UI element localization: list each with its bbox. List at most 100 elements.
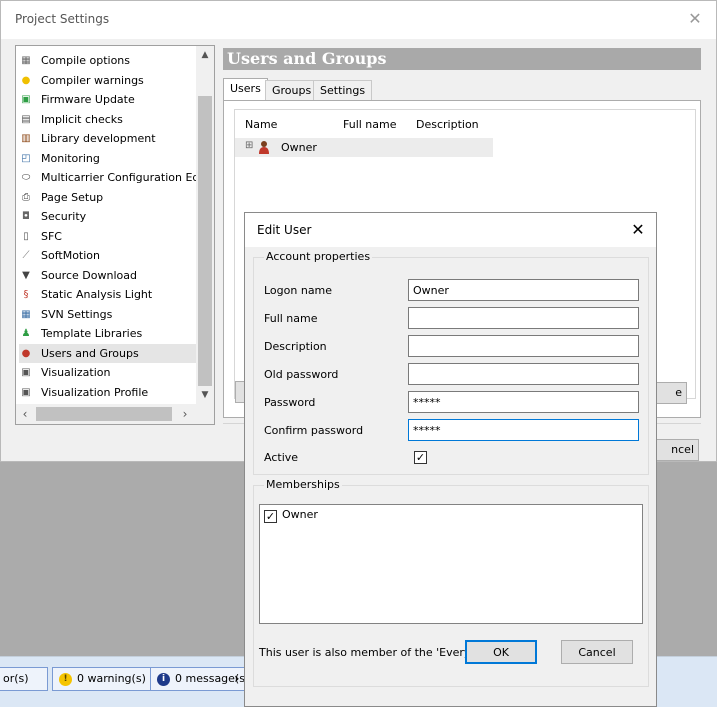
scroll-thumb[interactable]: [198, 96, 212, 386]
section-header: Users and Groups: [223, 48, 701, 70]
source-download-icon: ▼: [22, 269, 30, 281]
column-header-description[interactable]: Description: [416, 118, 479, 131]
sidebar-item-label: SoftMotion: [41, 249, 100, 262]
sidebar-item-visualization[interactable]: ▣ Visualization: [19, 363, 197, 382]
scroll-up-icon[interactable]: ▲: [196, 46, 214, 64]
sidebar-item-compiler-warnings[interactable]: ● Compiler warnings: [19, 71, 197, 90]
sidebar-item-label: SFC: [41, 229, 62, 243]
active-label: Active: [264, 451, 299, 464]
memberships-list: ✓ Owner: [259, 504, 643, 624]
dialog-title: Edit User: [257, 223, 312, 237]
users-right-button[interactable]: e: [653, 382, 687, 404]
column-header-name[interactable]: Name: [245, 118, 277, 131]
sidebar-item-label: Compiler warnings: [41, 73, 144, 87]
svn-icon: ▦: [21, 308, 31, 320]
sidebar-item-library-development[interactable]: ▥ Library development: [19, 129, 197, 148]
lock-icon: ◘: [22, 211, 30, 222]
sidebar-item-softmotion[interactable]: ⟋ SoftMotion: [19, 246, 197, 265]
scroll-left-icon[interactable]: ‹: [16, 404, 34, 424]
close-icon[interactable]: ✕: [629, 220, 647, 240]
scroll-thumb-horizontal[interactable]: [36, 407, 172, 421]
warnings-status[interactable]: ! 0 warning(s): [52, 667, 153, 691]
scroll-down-icon[interactable]: ▼: [196, 386, 214, 404]
user-name: Owner: [281, 141, 317, 154]
sidebar-item-label: Implicit checks: [41, 112, 123, 126]
errors-count: or(s): [3, 672, 29, 685]
vertical-scrollbar[interactable]: ▲ ▼: [196, 46, 214, 404]
sidebar-item-label: Library development: [41, 132, 156, 145]
sidebar-item-static-analysis-light[interactable]: § Static Analysis Light: [19, 285, 197, 304]
description-input[interactable]: [408, 335, 639, 357]
sidebar-item-compile-options[interactable]: ▦ Compile options: [19, 51, 197, 70]
printer-icon: ⎙: [22, 191, 30, 203]
logon-name-label: Logon name: [264, 284, 333, 297]
warning-icon: !: [59, 672, 72, 686]
sidebar-item-monitoring[interactable]: ◰ Monitoring: [19, 149, 197, 168]
category-tree: ▦ Compile options ● Compiler warnings ▣ Firmw…: [15, 45, 215, 425]
user-icon: [259, 141, 269, 154]
old-password-input[interactable]: [408, 363, 639, 385]
sidebar-item-security[interactable]: ◘ Security: [19, 207, 197, 226]
full-name-input[interactable]: [408, 307, 639, 329]
confirm-password-label: Confirm password: [264, 424, 364, 437]
edit-user-dialog: Edit User ✕ Account properties Logon nam…: [244, 212, 657, 707]
cancel-button[interactable]: Cancel: [561, 640, 633, 664]
sidebar-item-visualization-profile[interactable]: ▣ Visualization Profile: [19, 383, 197, 402]
sidebar-item-sfc[interactable]: ▯ SFC: [19, 227, 197, 246]
expand-icon[interactable]: ⊞: [245, 140, 253, 151]
sidebar-item-label: Page Setup: [41, 190, 104, 204]
sidebar-item-label: Users and Groups: [41, 346, 139, 360]
chevron-right-icon[interactable]: ›: [228, 667, 246, 691]
account-properties-group: Account properties Logon name Full name …: [253, 250, 649, 475]
monitoring-icon: ◰: [21, 152, 31, 164]
info-icon: i: [157, 672, 170, 686]
ok-button[interactable]: OK: [465, 640, 537, 664]
sidebar-item-label: Multicarrier Configuration Editc: [41, 171, 213, 184]
sidebar-item-multicarrier-configuration-editc[interactable]: ⬭ Multicarrier Configuration Editc: [19, 168, 213, 187]
firmware-icon: ▣: [21, 94, 31, 105]
sidebar-item-label: Static Analysis Light: [41, 288, 153, 301]
visualization-profile-icon: ▣: [21, 386, 31, 398]
active-checkbox[interactable]: ✓: [414, 451, 427, 464]
sidebar-item-label: Visualization: [41, 366, 111, 379]
logon-name-input[interactable]: [408, 279, 639, 301]
close-icon[interactable]: ✕: [685, 9, 705, 29]
column-header-full-name[interactable]: Full name: [343, 118, 397, 131]
tab-users[interactable]: Users: [223, 78, 268, 100]
softmotion-icon: ⟋: [22, 250, 30, 261]
sidebar-item-firmware-update[interactable]: ▣ Firmware Update: [19, 90, 197, 109]
old-password-label: Old password: [264, 368, 339, 381]
sidebar-item-label: Source Download: [41, 268, 137, 282]
sidebar-item-label: SVN Settings: [41, 307, 113, 321]
multicarrier-icon: ⬭: [21, 172, 31, 183]
tab-settings[interactable]: Settings: [313, 80, 373, 100]
table-row[interactable]: ⊞ Owner: [235, 138, 493, 157]
errors-status[interactable]: or(s): [0, 667, 48, 691]
horizontal-scrollbar[interactable]: ‹ ›: [16, 404, 214, 424]
cancel-button-partial[interactable]: ncel: [653, 439, 699, 461]
sidebar-item-implicit-checks[interactable]: ▤ Implicit checks: [19, 110, 197, 129]
sidebar-item-label: Compile options: [41, 54, 130, 67]
password-label: Password: [264, 396, 316, 409]
sidebar-item-template-libraries[interactable]: ♟ Template Libraries: [19, 324, 197, 343]
scroll-right-icon[interactable]: ›: [176, 404, 194, 424]
project-settings-titlebar: Project Settings ✕: [1, 1, 716, 39]
sidebar-item-users-and-groups[interactable]: ● Users and Groups: [19, 343, 197, 363]
tab-groups[interactable]: Groups: [265, 80, 319, 100]
sidebar-item-source-download[interactable]: ▼ Source Download: [19, 266, 197, 285]
sfc-icon: ▯: [23, 230, 29, 242]
password-input[interactable]: [408, 391, 639, 413]
warnings-count: 0 warning(s): [77, 672, 146, 685]
static-analysis-icon: §: [23, 289, 29, 300]
membership-checkbox[interactable]: ✓: [264, 510, 277, 523]
compile-options-icon: ▦: [21, 55, 31, 66]
users-groups-icon: ●: [21, 347, 31, 359]
sidebar-item-svn-settings[interactable]: ▦ SVN Settings: [19, 305, 197, 324]
memberships-title: Memberships: [264, 478, 342, 491]
sidebar-item-page-setup[interactable]: ⎙ Page Setup: [19, 188, 197, 207]
implicit-checks-icon: ▤: [21, 113, 31, 125]
sidebar-item-label: Firmware Update: [41, 93, 135, 106]
confirm-password-input[interactable]: [408, 419, 639, 441]
library-icon: ▥: [21, 133, 31, 144]
description-label: Description: [264, 340, 327, 353]
